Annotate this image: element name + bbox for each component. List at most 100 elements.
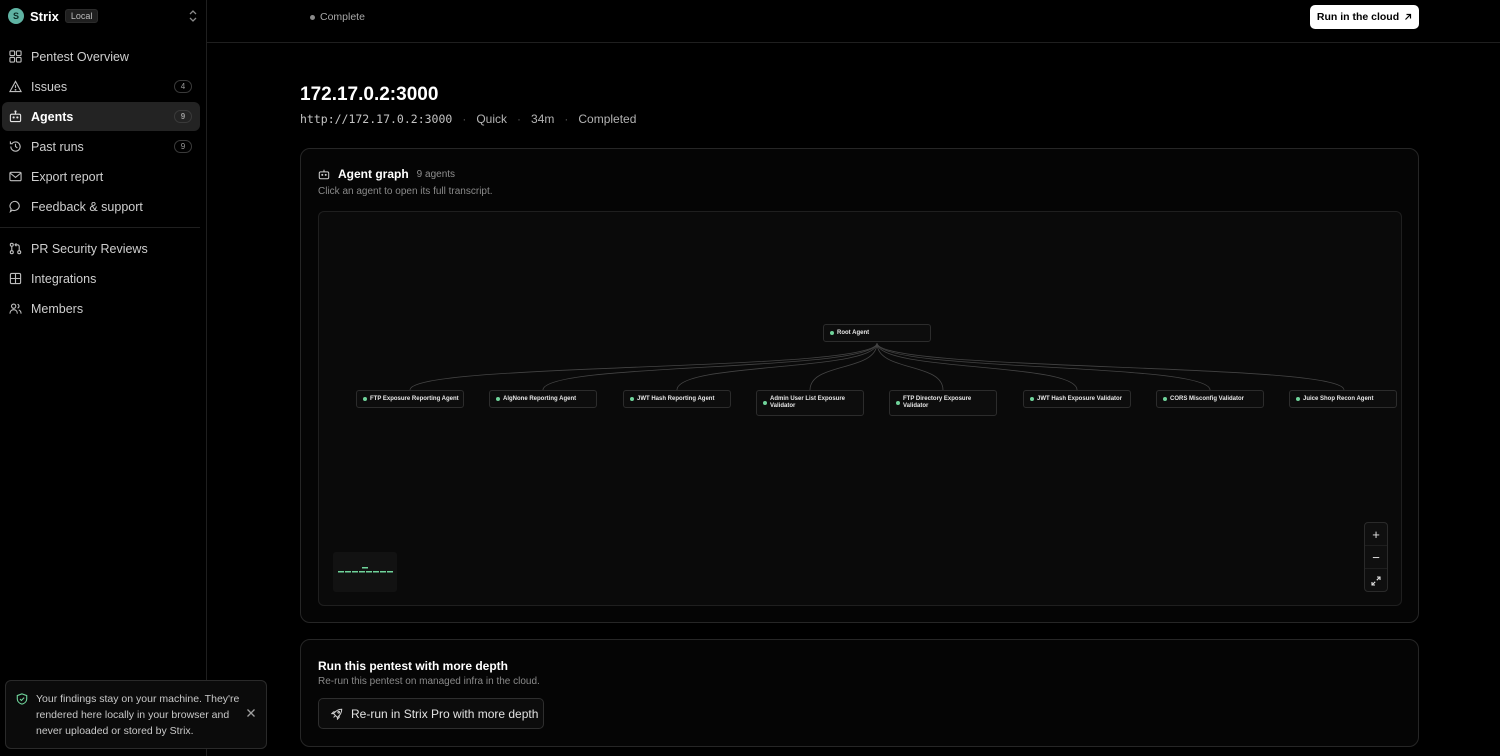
- target-url: http://172.17.0.2:3000: [300, 112, 453, 126]
- sidebar-item-integrations[interactable]: Integrations: [2, 264, 200, 293]
- graph-node-agent[interactable]: FTP Exposure Reporting Agent: [356, 390, 464, 408]
- workspace-name: Strix: [30, 8, 59, 24]
- sidebar-item-label: Agents: [31, 109, 74, 124]
- node-status-dot: [630, 397, 634, 401]
- sidebar-item-feedback-support[interactable]: Feedback & support: [2, 192, 200, 221]
- workspace-avatar: S: [8, 8, 24, 24]
- graph-edge: [809, 342, 878, 391]
- workspace-switcher[interactable]: S Strix Local: [8, 6, 198, 26]
- app-root: S Strix Local Pentest Overview Issues 4 …: [0, 0, 1500, 756]
- agent-graph-header: Agent graph 9 agents: [318, 167, 455, 181]
- sidebar-item-pentest-overview[interactable]: Pentest Overview: [2, 42, 200, 71]
- fit-view-button[interactable]: [1365, 569, 1387, 592]
- agent-count: 9 agents: [416, 168, 456, 180]
- git-pull-request-icon: [9, 242, 22, 255]
- close-icon[interactable]: [246, 708, 256, 718]
- graph-node-agent[interactable]: AlgNone Reporting Agent: [489, 390, 597, 408]
- agents-count-badge: 9: [174, 110, 192, 123]
- meta-separator: ·: [564, 112, 569, 126]
- sidebar-item-label: PR Security Reviews: [31, 241, 148, 256]
- sidebar-item-members[interactable]: Members: [2, 294, 200, 323]
- more-depth-subtitle: Re-run this pentest on managed infra in …: [318, 676, 540, 687]
- rerun-strix-pro-label: Re-run in Strix Pro with more depth: [351, 706, 539, 721]
- warning-icon: [9, 80, 22, 93]
- node-status-dot: [896, 401, 900, 405]
- graph-minimap[interactable]: [333, 552, 397, 592]
- zoom-out-button[interactable]: −: [1365, 546, 1387, 569]
- run-status-label: Complete: [320, 11, 365, 23]
- graph-node-agent[interactable]: Juice Shop Recon Agent: [1289, 390, 1397, 408]
- robot-icon: [318, 169, 330, 180]
- node-status-dot: [1163, 397, 1167, 401]
- target-meta: http://172.17.0.2:3000 · Quick · 34m · C…: [300, 112, 636, 126]
- page-title: 172.17.0.2:3000: [300, 84, 439, 105]
- rerun-strix-pro-button[interactable]: Re-run in Strix Pro with more depth: [318, 698, 544, 729]
- more-depth-title: Run this pentest with more depth: [318, 659, 509, 673]
- sidebar-item-label: Members: [31, 301, 84, 316]
- node-label: JWT Hash Reporting Agent: [637, 395, 715, 402]
- scan-duration: 34m: [531, 112, 555, 126]
- graph-node-agent[interactable]: JWT Hash Exposure Validator: [1023, 390, 1131, 408]
- status-dot: [310, 14, 315, 20]
- graph-node-agent[interactable]: CORS Misconfig Validator: [1156, 390, 1264, 408]
- graph-node-agent[interactable]: JWT Hash Reporting Agent: [623, 390, 731, 408]
- sidebar-item-issues[interactable]: Issues 4: [2, 72, 200, 101]
- expand-icon: [1371, 575, 1381, 586]
- graph-node-root-agent[interactable]: Root Agent: [823, 324, 931, 342]
- sidebar-item-pr-security-reviews[interactable]: PR Security Reviews: [2, 234, 200, 263]
- agent-graph-subtitle: Click an agent to open its full transcri…: [318, 186, 493, 197]
- graph-edge: [542, 342, 878, 391]
- node-status-dot: [496, 397, 500, 401]
- node-status-dot: [1030, 397, 1034, 401]
- sidebar: S Strix Local Pentest Overview Issues 4 …: [0, 0, 267, 756]
- node-label: JWT Hash Exposure Validator: [1037, 395, 1123, 402]
- rocket-icon: [331, 708, 343, 720]
- zoom-in-button[interactable]: +: [1365, 523, 1387, 546]
- run-status: Complete: [310, 11, 365, 23]
- grid-icon: [9, 50, 22, 63]
- node-status-dot: [363, 397, 367, 401]
- run-in-cloud-label: Run in the cloud: [1316, 11, 1400, 23]
- run-in-cloud-button[interactable]: Run in the cloud: [1310, 5, 1419, 29]
- workspace-badge: Local: [64, 9, 99, 23]
- past-runs-count-badge: 9: [174, 140, 192, 153]
- zoom-controls: + −: [1364, 522, 1388, 592]
- node-label: Root Agent: [837, 329, 870, 336]
- agent-graph-canvas[interactable]: Root Agent FTP Exposure Reporting Agent …: [318, 211, 1402, 606]
- graph-node-agent[interactable]: Admin User List Exposure Validator: [756, 390, 864, 416]
- puzzle-icon: [9, 272, 22, 285]
- meta-separator: ·: [517, 112, 522, 126]
- graph-edge: [876, 342, 944, 391]
- sidebar-item-label: Issues: [31, 79, 68, 94]
- graph-edge: [676, 342, 878, 391]
- history-icon: [9, 140, 22, 153]
- graph-node-agent[interactable]: FTP Directory Exposure Validator: [889, 390, 997, 416]
- chat-icon: [9, 200, 22, 213]
- node-label: AlgNone Reporting Agent: [503, 395, 577, 402]
- node-label: FTP Directory Exposure Validator: [903, 396, 972, 409]
- top-bar: Complete Run in the cloud: [207, 0, 1500, 43]
- minimap-preview: [338, 567, 393, 573]
- shield-check-icon: [16, 693, 28, 705]
- sidebar-divider: [0, 227, 200, 228]
- sidebar-item-label: Pentest Overview: [31, 49, 129, 64]
- sidebar-item-past-runs[interactable]: Past runs 9: [2, 132, 200, 161]
- issues-count-badge: 4: [174, 80, 192, 93]
- scan-state: Completed: [578, 112, 637, 126]
- sidebar-item-label: Feedback & support: [31, 199, 143, 214]
- graph-edge: [409, 342, 878, 391]
- arrow-up-right-icon: [1405, 13, 1412, 20]
- node-status-dot: [830, 331, 834, 335]
- robot-icon: [9, 110, 22, 123]
- graph-edge: [876, 342, 1345, 391]
- node-label: CORS Misconfig Validator: [1170, 395, 1245, 402]
- scan-mode: Quick: [476, 112, 508, 126]
- sidebar-item-label: Past runs: [31, 139, 84, 154]
- node-label: Juice Shop Recon Agent: [1303, 395, 1374, 402]
- node-status-dot: [1296, 397, 1300, 401]
- sidebar-item-export-report[interactable]: Export report: [2, 162, 200, 191]
- graph-edge: [876, 342, 1078, 391]
- node-label: FTP Exposure Reporting Agent: [370, 395, 459, 402]
- privacy-notice-text: Your findings stay on your machine. They…: [36, 693, 240, 737]
- sidebar-item-agents[interactable]: Agents 9: [2, 102, 200, 131]
